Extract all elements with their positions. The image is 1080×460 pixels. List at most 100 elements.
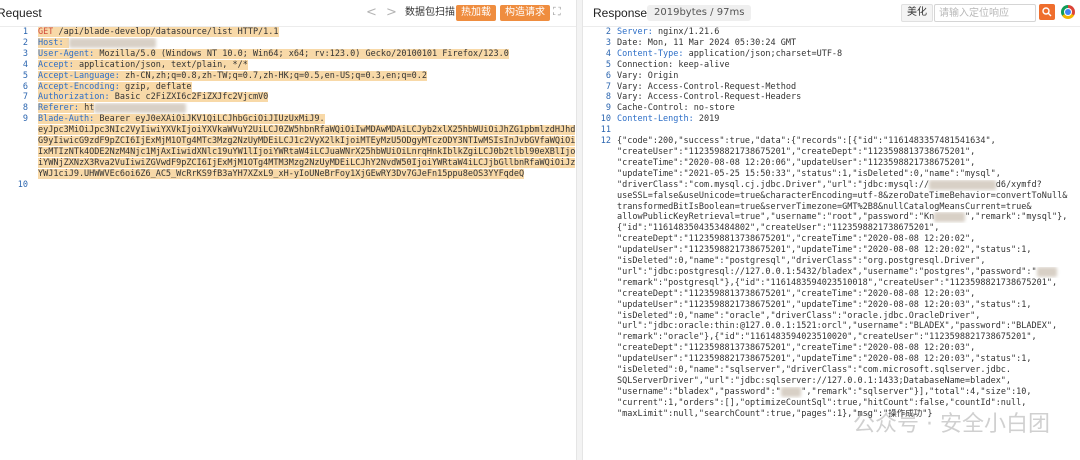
line-text: Content-Length: 2019 xyxy=(617,114,1080,125)
search-icon xyxy=(1042,7,1052,17)
code-line: 7 Vary: Access-Control-Request-Method xyxy=(583,82,1080,93)
response-search-input[interactable] xyxy=(934,4,1036,22)
line-text: "isDeleted":0,"name":"oracle","driverCla… xyxy=(617,311,1080,322)
line-text: Authorization: Basic c2FiZXI6c2FiZXJfc2V… xyxy=(34,92,576,103)
code-token: "url":"jdbc:postgresql://127.0.0.1:5432/… xyxy=(617,266,1037,277)
code-line: "createDept":"1123598813738675201","crea… xyxy=(583,289,1080,300)
request-editor[interactable]: 1 GET /api/blade-develop/datasource/list … xyxy=(0,27,576,460)
line-text: Vary: Origin xyxy=(617,71,1080,82)
code-line: "createUser":"1123598821738675201","crea… xyxy=(583,147,1080,158)
code-line: 5 Accept-Language: zh-CN,zh;q=0.8,zh-TW;q… xyxy=(0,70,576,82)
next-arrow-icon[interactable]: > xyxy=(386,5,397,20)
line-number: 1 xyxy=(22,27,28,37)
code-line: "updateUser":"1123598821738675201","upda… xyxy=(583,354,1080,365)
code-token: "updateUser":"1123598821738675201","upda… xyxy=(617,245,1032,256)
prev-arrow-icon[interactable]: < xyxy=(366,5,377,20)
code-token: "isDeleted":0,"name":"sqlserver","driver… xyxy=(617,365,1012,376)
expand-icon[interactable]: ⛶ xyxy=(553,5,561,19)
redacted-text: tp://192.168.1.10/ xyxy=(94,103,187,114)
line-number xyxy=(0,136,34,147)
code-token: "updateTime":"2021-05-25 15:50:33","stat… xyxy=(617,168,1001,179)
code-line: "remark":"oracle"},{"id":"11614835940235… xyxy=(583,332,1080,343)
code-line: 10 xyxy=(0,180,576,191)
line-text: SQLServerDriver","url":"jdbc:sqlserver:/… xyxy=(617,376,1080,387)
line-number xyxy=(583,387,617,398)
code-token: GET xyxy=(38,27,54,37)
code-line: 6 Accept-Encoding: gzip, deflate xyxy=(0,81,576,93)
redacted-text: 192.168.1.10:8080 xyxy=(68,37,156,48)
code-token: Accept-Encoding: xyxy=(38,81,120,92)
code-line: 5 Connection: keep-alive xyxy=(583,60,1080,71)
line-number: 4 xyxy=(605,48,611,59)
line-number xyxy=(0,158,34,169)
line-text: "updateTime":"2021-05-25 15:50:33","stat… xyxy=(617,169,1080,180)
line-number xyxy=(583,332,617,343)
code-token: zh-CN,zh;q=0.8,zh-TW;q=0.7,zh-HK;q=0.5,e… xyxy=(119,70,427,81)
code-token: {"id":"1161483504353484802","createUser"… xyxy=(617,223,940,234)
line-number: 12 xyxy=(600,136,611,147)
code-token: "updateUser":"1123598821738675201","upda… xyxy=(617,299,1032,310)
line-text: Date: Mon, 11 Mar 2024 05:30:24 GMT xyxy=(617,38,1080,49)
response-toolbar: Responses 2019bytes / 97ms 美化 xyxy=(583,0,1080,27)
code-token: "username":"bladex","password":" xyxy=(617,386,781,397)
code-token: Basic c2FiZXI6c2FiZXJfc2VjcmV0 xyxy=(109,92,269,103)
line-number: 7 xyxy=(605,81,611,92)
line-text: "url":"jdbc:oracle:thin:@127.0.0.1:1521:… xyxy=(617,321,1080,332)
code-token: d6/xymfd? xyxy=(995,179,1042,190)
code-line: 9 Blade-Auth: Bearer eyJ0eXAiOiJKV1QiLCJh… xyxy=(0,114,576,125)
line-text: "updateUser":"1123598821738675201","upda… xyxy=(617,245,1080,256)
code-token xyxy=(63,37,69,48)
code-line: 6 Vary: Origin xyxy=(583,71,1080,82)
code-token: "remark":"postgresql"},{"id":"1161483594… xyxy=(617,277,1058,288)
code-token: Cache-Control: no-store xyxy=(617,103,735,114)
line-text: {"code":200,"success":true,"data":{"reco… xyxy=(617,136,1080,147)
code-token: Blade-Auth: xyxy=(38,114,95,125)
line-text: "updateUser":"1123598821738675201","upda… xyxy=(617,300,1080,311)
line-text: useSSL=false&useUnicode=true&characterEn… xyxy=(617,191,1080,202)
line-text: "createTime":"2020-08-08 12:20:06","upda… xyxy=(617,158,1080,169)
response-editor[interactable]: 2 Server: nginx/1.21.6 3 Date: Mon, 11 Mar … xyxy=(583,27,1080,460)
line-text: Cache-Control: no-store xyxy=(617,103,1080,114)
line-number xyxy=(583,343,617,354)
line-number xyxy=(583,234,617,245)
line-text: Server: nginx/1.21.6 xyxy=(617,27,1080,38)
code-token: nginx/1.21.6 xyxy=(652,27,720,37)
chrome-icon[interactable] xyxy=(1061,5,1075,19)
build-request-button[interactable]: 构造请求 xyxy=(500,5,550,21)
code-line: "updateTime":"2021-05-25 15:50:33","stat… xyxy=(583,169,1080,180)
code-line: {"id":"1161483504353484802","createUser"… xyxy=(583,223,1080,234)
beautify-button[interactable]: 美化 xyxy=(901,4,933,22)
packet-scan-button[interactable]: 数据包扫描 xyxy=(400,5,460,21)
line-text: "remark":"oracle"},{"id":"11614835940235… xyxy=(617,332,1080,343)
line-number: 11 xyxy=(600,125,611,136)
code-token: {"code":200,"success":true,"data":{"reco… xyxy=(617,136,996,147)
line-number xyxy=(583,169,617,180)
hot-reload-button[interactable]: 热加载 xyxy=(456,5,496,21)
code-line: IxMTIzNTk4ODE2NzM4Njc1MjAxIiwidXNlc19uYW… xyxy=(0,146,576,158)
line-text: YWJ1ciJ9.UHWWVEc6oi6Z6_AC5_WcRrKS9fB3aYH… xyxy=(34,168,576,180)
line-text: Host: 192.168.1.10:8080 xyxy=(34,37,576,49)
code-line: "updateUser":"1123598821738675201","upda… xyxy=(583,245,1080,256)
line-number: 10 xyxy=(17,179,28,190)
line-number: 6 xyxy=(22,81,28,92)
line-number xyxy=(583,278,617,289)
line-text: iYWNjZXNzX3Rva2VuIiwiZGVwdF9pZCI6IjExMjM… xyxy=(34,157,576,169)
code-token: G9yIiwicG9zdF9pZCI6IjExMjM1OTg4MTc3Mzg2N… xyxy=(38,136,576,147)
line-text: {"id":"1161483504353484802","createUser"… xyxy=(617,223,1080,234)
line-number: 9 xyxy=(22,114,28,125)
line-number xyxy=(583,202,617,213)
code-line: "url":"jdbc:postgresql://127.0.0.1:5432/… xyxy=(583,266,1080,278)
search-button[interactable] xyxy=(1039,4,1055,20)
code-token: "url":"jdbc:oracle:thin:@127.0.0.1:1521:… xyxy=(617,321,1058,332)
code-token: gzip, deflate xyxy=(119,81,192,92)
code-token: Content-Length: xyxy=(617,114,694,125)
line-number: 8 xyxy=(22,103,28,114)
line-text: "createUser":"1123598821738675201","crea… xyxy=(617,147,1080,158)
code-token: 2019 xyxy=(693,114,720,125)
line-text: Connection: keep-alive xyxy=(617,60,1080,71)
line-text: GET /api/blade-develop/datasource/list H… xyxy=(34,27,576,38)
line-text: "createDept":"1123598813738675201","crea… xyxy=(617,234,1080,245)
code-token: "createDept":"1123598813738675201","crea… xyxy=(617,234,976,245)
code-line: "isDeleted":0,"name":"postgresql","drive… xyxy=(583,256,1080,267)
line-text xyxy=(617,125,1080,136)
